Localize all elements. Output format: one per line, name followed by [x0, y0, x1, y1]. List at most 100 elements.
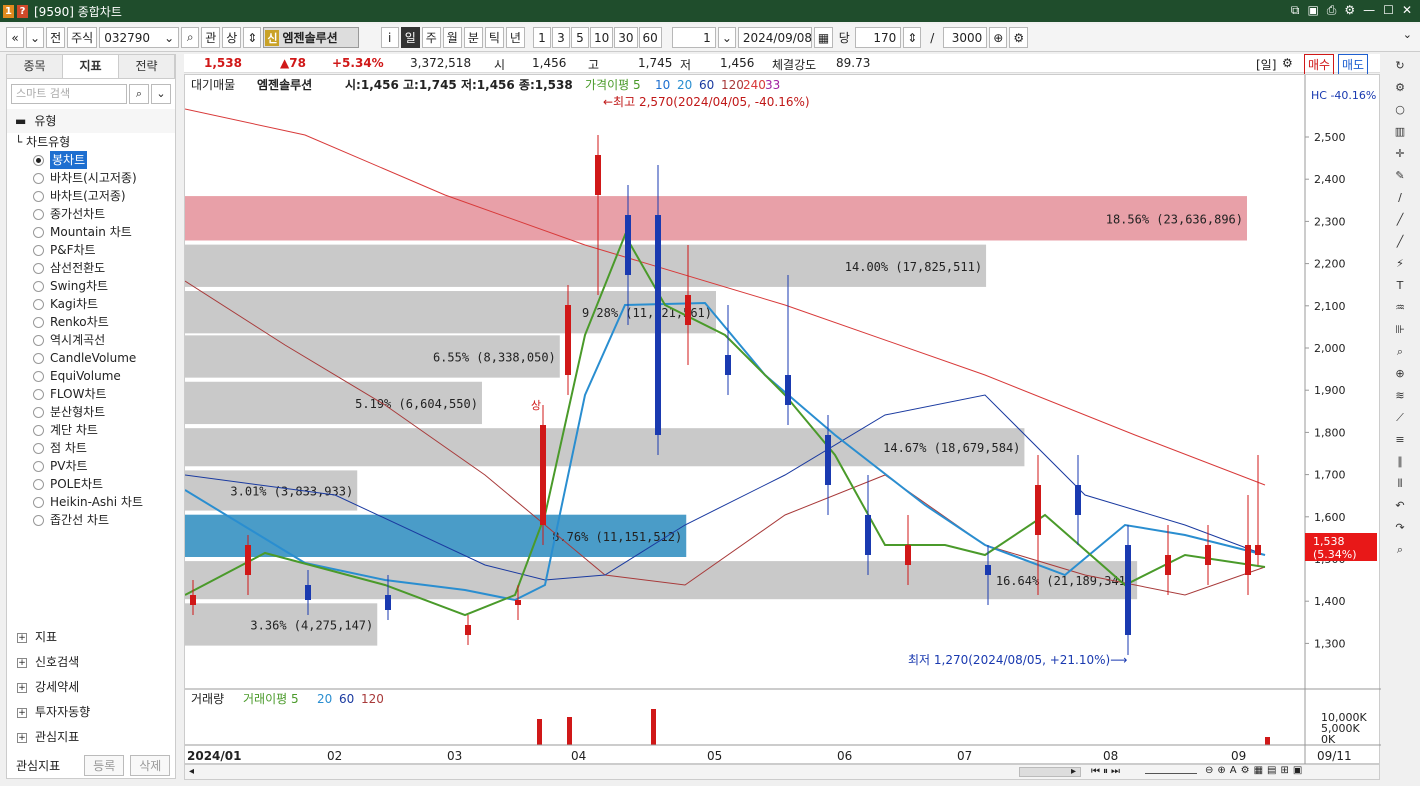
undo-icon[interactable]: ↶ — [1391, 498, 1409, 514]
chart-type-item[interactable]: 바차트(고저종) — [15, 187, 175, 205]
magnify-icon[interactable]: ⌕ — [1391, 344, 1409, 360]
chart-area[interactable]: 18.56% (23,636,896) 14.00% (17,825,511) 9.… — [184, 74, 1381, 765]
period-tab-2[interactable]: 월 — [442, 27, 462, 48]
delete-button[interactable]: 삭제 — [130, 754, 171, 776]
gear-icon[interactable]: ⚙ — [1391, 80, 1409, 96]
gwan-button[interactable]: 관 — [201, 27, 221, 48]
chart-type-item[interactable]: 봉차트 — [15, 151, 175, 169]
interval-button-1[interactable]: 3 — [551, 27, 570, 48]
search-input[interactable]: 스마트 검색 — [11, 84, 127, 104]
crosshair-icon[interactable]: ✛ — [1391, 146, 1409, 162]
vertical-lines-icon[interactable]: ∥ — [1391, 454, 1409, 470]
indicator-group[interactable]: + 관심지표 — [7, 725, 175, 750]
redo-icon[interactable]: ↷ — [1391, 520, 1409, 536]
date-input[interactable]: 2024/09/08 — [737, 27, 812, 48]
chart-settings-icon[interactable]: ⚙ — [1282, 56, 1293, 70]
chart-type-item[interactable]: Kagi차트 — [15, 295, 175, 313]
collapse-icon[interactable]: ⌄ — [1403, 28, 1412, 41]
chart-type-item[interactable]: EquiVolume — [15, 367, 175, 385]
buy-button[interactable]: 매수 — [1304, 54, 1335, 75]
period-tab-3[interactable]: 분 — [463, 27, 483, 48]
nav-prev-button[interactable]: « — [6, 27, 24, 48]
tab-1[interactable]: 지표 — [63, 55, 119, 78]
chart-type-item[interactable]: 점 차트 — [15, 439, 175, 457]
chart-type-item[interactable]: 삼선전환도 — [15, 259, 175, 277]
section-type[interactable]: ▬ 유형 — [7, 109, 175, 133]
circle-icon[interactable]: ○ — [1391, 102, 1409, 118]
indicator-group[interactable]: + 신호검색 — [7, 650, 175, 675]
tab-0[interactable]: 종목 — [7, 55, 63, 78]
unit-input[interactable]: 1 — [671, 27, 716, 48]
chart-type-item[interactable]: 종가선차트 — [15, 205, 175, 223]
pen-icon[interactable]: ✎ — [1391, 168, 1409, 184]
pattern-icon[interactable]: ♒ — [1391, 300, 1409, 316]
speed-slider[interactable] — [1145, 766, 1197, 774]
stock-name-field[interactable]: 신 엠젠솔루션 — [263, 27, 359, 48]
chart-type-item[interactable]: Renko차트 — [15, 313, 175, 331]
sang-button[interactable]: 상 — [222, 27, 242, 48]
tab-2[interactable]: 전략 — [119, 55, 175, 78]
line-tool-icon[interactable]: ∕ — [1391, 190, 1409, 206]
period-tab-4[interactable]: 틱 — [484, 27, 504, 48]
stepper-icon[interactable]: ⇕ — [243, 27, 262, 48]
zoom-icon[interactable]: ⊕ — [989, 27, 1008, 48]
interval-button-0[interactable]: 1 — [532, 27, 551, 48]
jeon-button[interactable]: 전 — [46, 27, 66, 48]
minimize-icon[interactable]: — — [1363, 3, 1375, 18]
chart-type-item[interactable]: 계단 차트 — [15, 421, 175, 439]
period-tab-1[interactable]: 주 — [421, 27, 441, 48]
chart-type-item[interactable]: 바차트(시고저종) — [15, 169, 175, 187]
total-input[interactable]: 3000 — [943, 27, 988, 48]
grid-lines-icon[interactable]: ⦀ — [1391, 476, 1409, 492]
settings-icon[interactable]: ⚙ — [1344, 3, 1355, 18]
chart-type-item[interactable]: POLE차트 — [15, 475, 175, 493]
code-input[interactable]: 032790 ⌄ — [99, 27, 180, 48]
chart-type-item[interactable]: Swing차트 — [15, 277, 175, 295]
cycle-icon[interactable]: ≡ — [1391, 432, 1409, 448]
market-select[interactable]: 주식 — [67, 27, 98, 48]
ray-tool-icon[interactable]: ╱ — [1391, 212, 1409, 228]
text-tool-icon[interactable]: T — [1391, 278, 1409, 294]
sell-button[interactable]: 매도 — [1338, 54, 1369, 75]
trend-line-icon[interactable]: ╱ — [1391, 234, 1409, 250]
chart-type-item[interactable]: CandleVolume — [15, 349, 175, 367]
period-tab-5[interactable]: 년 — [505, 27, 525, 48]
chart-scroll-bar[interactable]: ◂ ▸ ⏮⏸⏭ ⊖⊕A⚙▦▤⊞▣ — [184, 764, 1380, 780]
help-icon[interactable]: ? — [17, 4, 28, 18]
chart-type-item[interactable]: P&F차트 — [15, 241, 175, 259]
scroll-left-icon[interactable]: ◂ — [189, 766, 194, 777]
chart-type-item[interactable]: Mountain 차트 — [15, 223, 175, 241]
info-button[interactable]: i — [380, 27, 399, 48]
indicator-group[interactable]: + 투자자동향 — [7, 700, 175, 725]
refresh-icon[interactable]: ↻ — [1391, 58, 1409, 74]
zoom-controls[interactable]: ⊖⊕A⚙▦▤⊞▣ — [1205, 765, 1306, 776]
indicator-group[interactable]: + 지표 — [7, 625, 175, 650]
playback-controls[interactable]: ⏮⏸⏭ — [1091, 766, 1123, 777]
restore-icon[interactable]: ⧉ — [1291, 3, 1300, 18]
chart-type-item[interactable]: 분산형차트 — [15, 403, 175, 421]
chart-type-item[interactable]: PV차트 — [15, 457, 175, 475]
chevron-down-icon[interactable]: ⌄ — [151, 84, 171, 104]
print-icon[interactable]: ⎙ — [1327, 3, 1337, 18]
register-button[interactable]: 등록 — [84, 754, 125, 776]
unit-dropdown[interactable]: ⌄ — [717, 27, 736, 48]
app-icon[interactable]: 1 — [3, 4, 14, 18]
chart-type-item[interactable]: 좁간선 차트 — [15, 511, 175, 529]
interval-button-2[interactable]: 5 — [570, 27, 589, 48]
search-icon[interactable]: ⌕ — [181, 27, 200, 48]
scroll-right-icon[interactable]: ▸ — [1071, 766, 1076, 777]
chart-type-item[interactable]: 역시계곡선 — [15, 331, 175, 349]
interval-button-4[interactable]: 30 — [614, 27, 638, 48]
auto-icon[interactable]: ⚡ — [1391, 256, 1409, 272]
gear-icon[interactable]: ⚙ — [1009, 27, 1029, 48]
count-input[interactable]: 170 — [855, 27, 902, 48]
chart-type-item[interactable]: FLOW차트 — [15, 385, 175, 403]
maximize-icon[interactable]: ☐ — [1383, 3, 1394, 18]
search-icon[interactable]: ⌕ — [1391, 542, 1409, 558]
copy-icon[interactable]: ▣ — [1307, 3, 1318, 18]
interval-button-5[interactable]: 60 — [638, 27, 662, 48]
fibonacci-icon[interactable]: ≋ — [1391, 388, 1409, 404]
zoom-in-icon[interactable]: ⊕ — [1391, 366, 1409, 382]
count-stepper[interactable]: ⇕ — [903, 27, 922, 48]
price-chart-svg[interactable]: 18.56% (23,636,896)14.00% (17,825,511)9.… — [184, 75, 1381, 765]
